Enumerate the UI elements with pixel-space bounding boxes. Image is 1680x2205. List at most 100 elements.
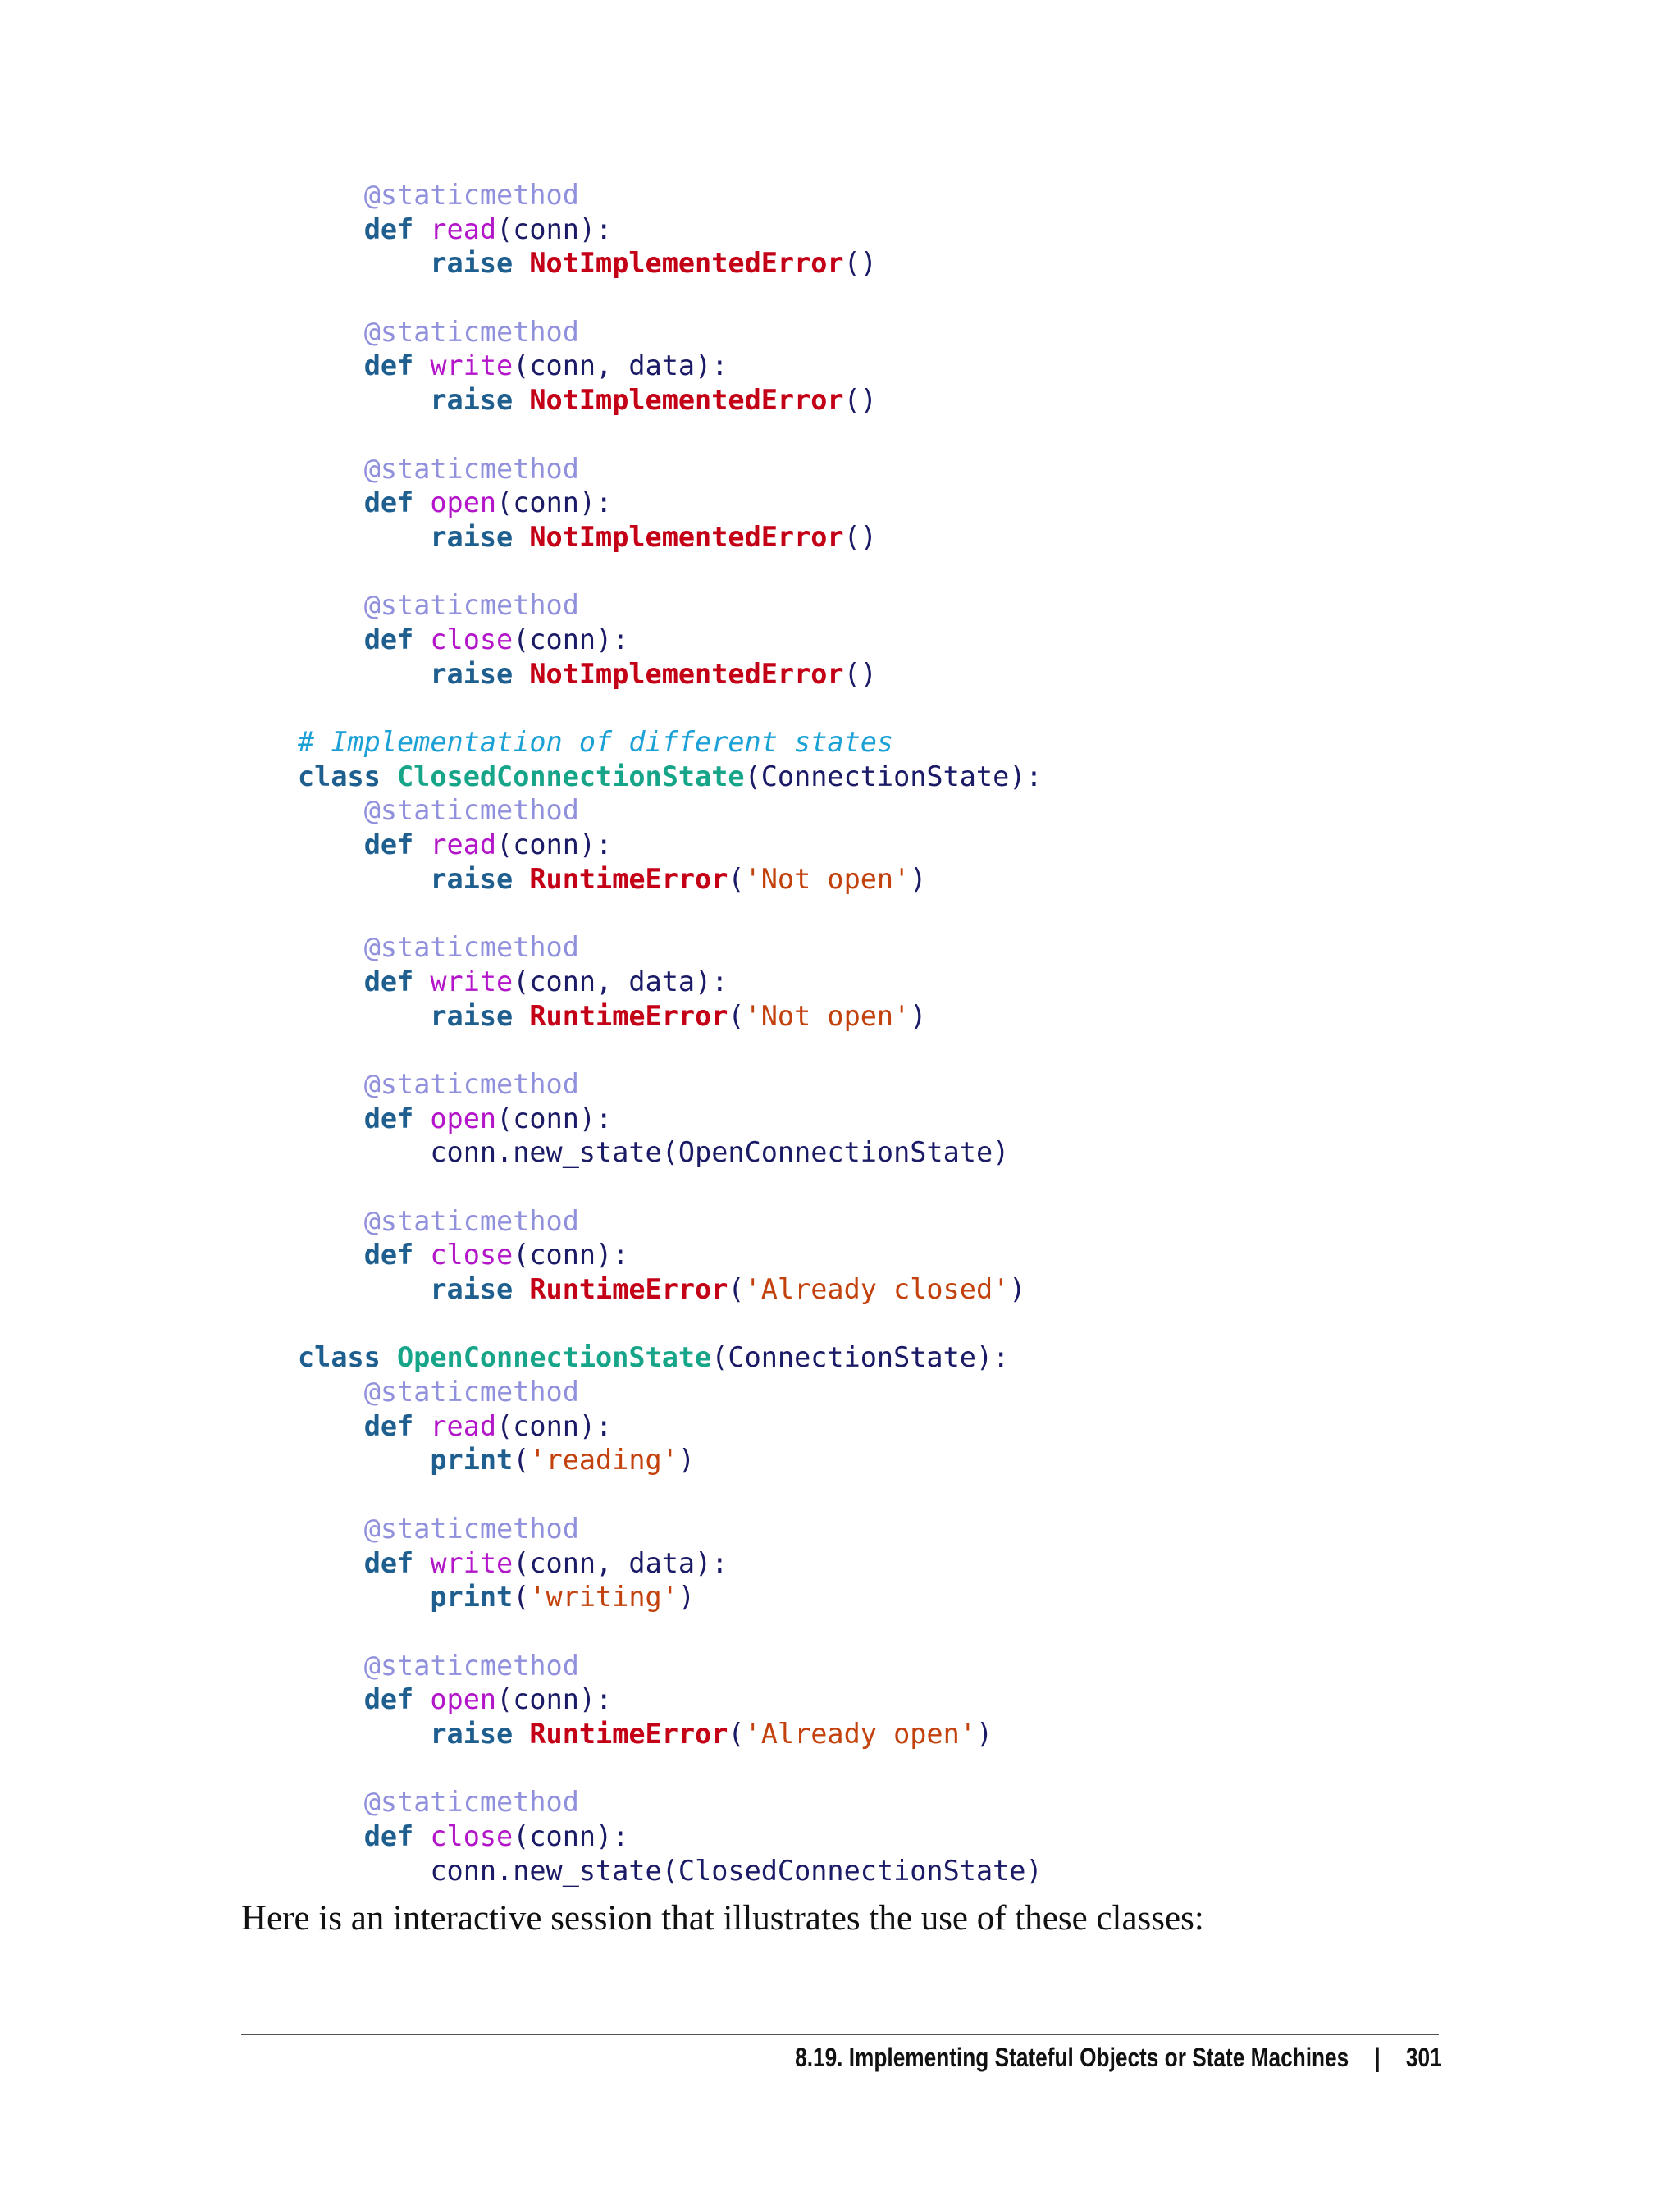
code-token-indent	[413, 486, 430, 518]
code-token-punctuation: ):	[578, 486, 613, 519]
code-token-punctuation: (	[513, 1444, 530, 1477]
code-token-punctuation: )	[910, 999, 927, 1032]
code-token-indent	[298, 1136, 430, 1168]
code-token-indent	[298, 931, 364, 963]
code-token-identifier: conn	[529, 1239, 596, 1271]
code-token-punctuation: (	[513, 349, 530, 382]
code-token-indent	[413, 966, 430, 998]
code-line: conn.new_state(ClosedConnectionState)	[298, 1854, 1042, 1888]
code-line: def read(conn):	[298, 828, 1043, 862]
code-token-punctuation: ()	[843, 520, 877, 553]
code-token-identifier: conn	[513, 829, 579, 861]
code-line: @staticmethod	[298, 1649, 1043, 1683]
code-token-indent	[298, 1376, 364, 1408]
code-token-keyword: print	[430, 1581, 514, 1614]
code-token-function-name: write	[430, 1546, 514, 1579]
code-token-indent	[298, 384, 430, 416]
code-token-punctuation: ):	[596, 623, 629, 655]
code-token-punctuation: ):	[975, 1341, 1010, 1374]
code-token-exception-name: RuntimeError	[529, 1717, 728, 1750]
code-line: def open(conn):	[298, 1682, 1043, 1717]
code-token-indent	[513, 384, 529, 416]
code-token-punctuation: )	[1009, 1273, 1026, 1305]
code-token-punctuation: (	[496, 486, 514, 519]
code-token-punctuation: ()	[843, 657, 877, 690]
code-token-punctuation: ):	[578, 829, 613, 861]
code-token-punctuation: (	[711, 1341, 728, 1374]
code-token-punctuation: ):	[578, 212, 613, 245]
code-line: @staticmethod	[298, 1204, 1043, 1239]
footer-separator: |	[1374, 2043, 1381, 2072]
code-token-indent	[298, 1683, 364, 1715]
code-token-function-name: read	[430, 829, 497, 861]
code-token-indent	[381, 1341, 397, 1373]
code-token-indent	[298, 1650, 364, 1682]
code-token-indent	[413, 349, 430, 381]
code-token-identifier: data	[628, 349, 696, 382]
code-line: raise NotImplementedError()	[298, 246, 1043, 281]
code-token-punctuation: (	[728, 999, 745, 1032]
code-token-indent	[298, 486, 364, 518]
code-token-punctuation: (	[496, 1683, 514, 1716]
code-token-indent	[298, 349, 364, 381]
code-token-decorator: @staticmethod	[363, 315, 579, 348]
code-token-function-name: close	[430, 1820, 514, 1852]
code-token-indent	[298, 1410, 364, 1442]
code-token-string-literal: 'Not open'	[744, 999, 911, 1032]
code-token-punctuation: (	[496, 1409, 514, 1442]
code-token-keyword: def	[363, 212, 414, 245]
code-token-punctuation: ):	[695, 349, 728, 382]
code-token-class-name: ClosedConnectionState	[397, 760, 745, 792]
code-token-function-name: write	[430, 349, 514, 382]
code-token-keyword: def	[363, 1239, 414, 1271]
code-token-indent	[413, 623, 430, 655]
code-token-keyword: def	[363, 1409, 414, 1442]
code-token-indent	[413, 1239, 430, 1271]
code-token-punctuation: (	[513, 1581, 530, 1614]
code-token-indent	[513, 521, 529, 553]
code-line: raise NotImplementedError()	[298, 657, 1043, 692]
code-token-function-name: open	[430, 486, 497, 519]
code-token-indent	[298, 1513, 364, 1545]
code-token-identifier: conn	[513, 1102, 579, 1134]
code-token-keyword: raise	[430, 1273, 514, 1305]
code-token-indent	[298, 316, 364, 348]
code-token-function-name: close	[430, 1239, 514, 1271]
code-token-exception-name: NotImplementedError	[529, 520, 844, 553]
code-listing: @staticmethod def read(conn): raise NotI…	[298, 178, 1043, 1888]
code-token-keyword: raise	[430, 520, 514, 553]
code-token-decorator: @staticmethod	[363, 1786, 579, 1819]
code-token-function-name: open	[430, 1102, 497, 1134]
code-token-indent	[298, 1718, 430, 1750]
code-token-keyword: def	[363, 349, 414, 382]
code-token-identifier: data	[628, 1546, 696, 1579]
code-line: def read(conn):	[298, 212, 1043, 247]
code-token-indent	[298, 966, 364, 998]
code-token-indent	[298, 1068, 364, 1100]
code-line: def close(conn):	[298, 623, 1043, 657]
code-token-indent	[298, 1000, 430, 1032]
code-token-punctuation: )	[678, 1444, 696, 1477]
code-token-function-name: close	[430, 623, 514, 655]
code-token-function-name: write	[430, 965, 514, 998]
code-token-punctuation: (	[513, 1546, 530, 1579]
code-token-indent	[298, 863, 430, 895]
code-token-class-name: OpenConnectionState	[397, 1341, 712, 1374]
code-token-identifier: conn	[529, 965, 596, 998]
code-line: class ClosedConnectionState(ConnectionSt…	[298, 760, 1043, 794]
code-token-string-literal: 'Already open'	[744, 1717, 976, 1750]
code-token-indent	[413, 1102, 430, 1134]
code-token-punctuation: ,	[596, 1546, 629, 1579]
code-token-indent	[413, 1547, 430, 1579]
code-token-decorator: @staticmethod	[363, 931, 579, 964]
code-token-punctuation: ,	[596, 965, 629, 998]
code-token-indent	[298, 453, 364, 485]
code-token-indent	[298, 247, 430, 279]
code-token-indent	[298, 213, 364, 245]
page-number: 301	[1406, 2043, 1442, 2072]
code-token-indent	[298, 1581, 430, 1613]
running-section-title: 8.19. Implementing Stateful Objects or S…	[795, 2043, 1349, 2072]
code-token-indent	[413, 1820, 430, 1852]
